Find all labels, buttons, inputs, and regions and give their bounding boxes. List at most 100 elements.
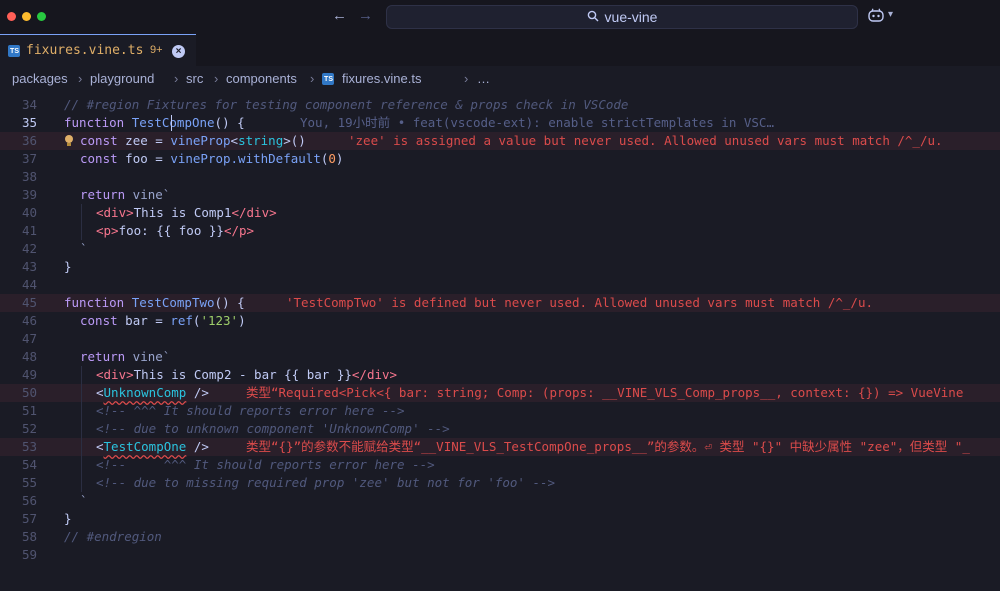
indent-guide bbox=[81, 222, 82, 240]
indent-guide bbox=[81, 474, 82, 492]
problem-count-badge: 9+ bbox=[150, 44, 163, 56]
indent-guide bbox=[81, 420, 82, 438]
line-number: 48 bbox=[21, 349, 37, 364]
html-comment: <!-- ^^^ It should reports error here --… bbox=[96, 403, 405, 418]
code-text: return vine` bbox=[80, 187, 171, 202]
inline-error-message: 'zee' is assigned a value but never used… bbox=[348, 133, 943, 148]
code-line: 47 bbox=[0, 330, 1000, 348]
code-text: } bbox=[64, 511, 72, 526]
code-line: 56 ` bbox=[0, 492, 1000, 510]
lightbulb-icon[interactable] bbox=[64, 134, 74, 147]
code-text: <UnknownComp /> bbox=[96, 385, 209, 400]
indent-guide bbox=[81, 438, 82, 456]
line-number: 40 bbox=[21, 205, 37, 220]
html-comment: <!-- due to missing required prop 'zee' … bbox=[96, 475, 556, 490]
line-number: 52 bbox=[21, 421, 37, 436]
search-icon bbox=[587, 7, 599, 29]
breadcrumb-item-playground[interactable]: playground bbox=[90, 66, 154, 92]
line-number: 54 bbox=[21, 457, 37, 472]
line-number: 37 bbox=[21, 151, 37, 166]
command-center-search[interactable]: vue-vine bbox=[386, 5, 858, 29]
indent-guide bbox=[81, 402, 82, 420]
forward-arrow-icon[interactable]: → bbox=[358, 7, 373, 24]
line-number: 39 bbox=[21, 187, 37, 202]
text-cursor bbox=[171, 115, 172, 131]
minimize-window-button[interactable] bbox=[22, 12, 31, 21]
search-text: vue-vine bbox=[604, 9, 658, 25]
breadcrumb-item-src[interactable]: src bbox=[186, 66, 203, 92]
code-line: 42 ` bbox=[0, 240, 1000, 258]
code-line: 54 <!-- ^^^ It should reports error here… bbox=[0, 456, 1000, 474]
line-number: 36 bbox=[21, 133, 37, 148]
breadcrumb-separator: › bbox=[78, 71, 83, 86]
breadcrumb-item-components[interactable]: components bbox=[226, 66, 297, 92]
code-editor[interactable]: 34 // #region Fixtures for testing compo… bbox=[0, 94, 1000, 572]
tab-bar: TS fixures.vine.ts 9+ × bbox=[0, 34, 1000, 67]
line-number: 51 bbox=[21, 403, 37, 418]
code-text: ` bbox=[80, 241, 88, 256]
code-line: 55 <!-- due to missing required prop 'ze… bbox=[0, 474, 1000, 492]
code-line: 39 return vine` bbox=[0, 186, 1000, 204]
inline-error-message: 类型“Required<Pick<{ bar: string; Comp: (p… bbox=[246, 385, 964, 400]
close-tab-icon[interactable]: × bbox=[172, 45, 185, 58]
typescript-file-icon: TS bbox=[8, 45, 20, 57]
code-line: 53 <TestCompOne /> 类型“{}”的参数不能赋给类型“__VIN… bbox=[0, 438, 1000, 456]
breadcrumb-file[interactable]: fixures.vine.ts bbox=[342, 66, 421, 92]
line-number: 50 bbox=[21, 385, 37, 400]
code-text: <p>foo: {{ foo }}</p> bbox=[96, 223, 255, 238]
indent-guide bbox=[81, 384, 82, 402]
code-text: ` bbox=[80, 493, 88, 508]
code-line: 59 bbox=[0, 546, 1000, 564]
line-number: 46 bbox=[21, 313, 37, 328]
line-number: 34 bbox=[21, 97, 37, 112]
maximize-window-button[interactable] bbox=[37, 12, 46, 21]
line-number: 35 bbox=[21, 115, 37, 130]
line-number: 49 bbox=[21, 367, 37, 382]
code-line: 46 const bar = ref('123') bbox=[0, 312, 1000, 330]
line-number: 53 bbox=[21, 439, 37, 454]
code-text: } bbox=[64, 259, 72, 274]
line-number: 56 bbox=[21, 493, 37, 508]
typescript-file-icon: TS bbox=[322, 73, 334, 85]
tab-title: fixures.vine.ts bbox=[26, 43, 144, 58]
title-bar: ← → vue-vine ▾ bbox=[0, 0, 1000, 34]
breadcrumb-separator: › bbox=[310, 71, 315, 86]
html-comment: <!-- due to unknown component 'UnknownCo… bbox=[96, 421, 450, 436]
code-text: return vine` bbox=[80, 349, 171, 364]
code-line: 51 <!-- ^^^ It should reports error here… bbox=[0, 402, 1000, 420]
indent-guide bbox=[81, 366, 82, 384]
chevron-down-icon[interactable]: ▾ bbox=[888, 9, 893, 20]
inline-error-message: 类型“{}”的参数不能赋给类型“__VINE_VLS_TestCompOne_p… bbox=[246, 439, 970, 454]
line-number: 57 bbox=[21, 511, 37, 526]
line-number: 58 bbox=[21, 529, 37, 544]
breadcrumb-separator: › bbox=[214, 71, 219, 86]
breadcrumb: packages › playground › src › components… bbox=[0, 66, 1000, 92]
line-number: 38 bbox=[21, 169, 37, 184]
line-number: 55 bbox=[21, 475, 37, 490]
code-line: 36 const zee = vineProp<string>() 'zee' … bbox=[0, 132, 1000, 150]
close-window-button[interactable] bbox=[7, 12, 16, 21]
tab-fixures-vine-ts[interactable]: TS fixures.vine.ts 9+ × bbox=[0, 34, 196, 66]
code-line: 52 <!-- due to unknown component 'Unknow… bbox=[0, 420, 1000, 438]
code-text: <div>This is Comp1</div> bbox=[96, 205, 277, 220]
code-line: 57 } bbox=[0, 510, 1000, 528]
code-line: 58 // #endregion bbox=[0, 528, 1000, 546]
html-comment: <!-- ^^^ It should reports error here --… bbox=[96, 457, 435, 472]
code-line: 49 <div>This is Comp2 - bar {{ bar }}</d… bbox=[0, 366, 1000, 384]
copilot-icon[interactable] bbox=[868, 8, 884, 25]
line-number: 44 bbox=[21, 277, 37, 292]
code-text: const bar = ref('123') bbox=[80, 313, 246, 328]
line-number: 47 bbox=[21, 331, 37, 346]
code-line: 38 bbox=[0, 168, 1000, 186]
git-blame-annotation: You, 19小时前 • feat(vscode-ext): enable st… bbox=[300, 115, 774, 130]
code-line: 37 const foo = vineProp.withDefault(0) bbox=[0, 150, 1000, 168]
back-arrow-icon[interactable]: ← bbox=[332, 7, 347, 24]
code-line: 45 function TestCompTwo() { 'TestCompTwo… bbox=[0, 294, 1000, 312]
code-line: 44 bbox=[0, 276, 1000, 294]
breadcrumb-item-packages[interactable]: packages bbox=[12, 66, 68, 92]
breadcrumb-trail[interactable]: … bbox=[477, 66, 490, 92]
line-number: 45 bbox=[21, 295, 37, 310]
code-text: <TestCompOne /> bbox=[96, 439, 209, 454]
code-text: function TestCompOne() { bbox=[64, 115, 245, 130]
code-line: 40 <div>This is Comp1</div> bbox=[0, 204, 1000, 222]
